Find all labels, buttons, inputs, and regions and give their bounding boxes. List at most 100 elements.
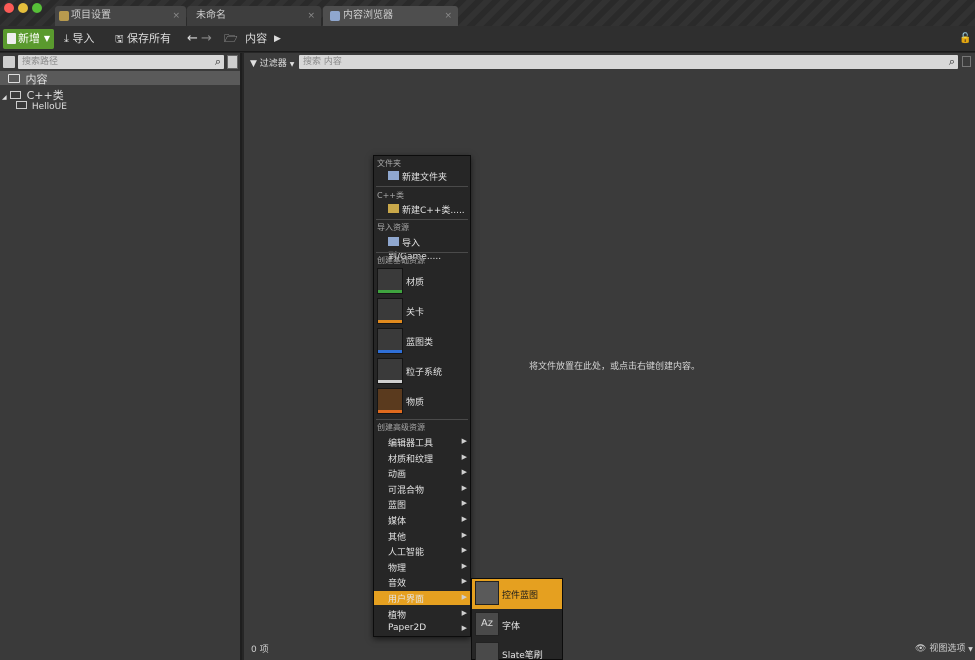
forward-button[interactable]: → <box>201 29 212 49</box>
menu-item-advanced[interactable]: 人工智能 ▶ <box>374 544 470 558</box>
widget-blueprint-icon <box>475 581 499 605</box>
menu-section-advanced: 创建高级资源 <box>377 423 425 432</box>
menu-item-advanced[interactable]: 音效 ▶ <box>374 575 470 589</box>
menu-separator <box>376 419 468 420</box>
add-new-menu: 文件夹 新建文件夹 C++类 新建C++类..... 导入资源 导入到/Game… <box>373 155 471 637</box>
chevron-right-icon: ▶ <box>461 453 467 461</box>
menu-item-advanced[interactable]: 编辑器工具 ▶ <box>374 435 470 449</box>
import-label: 导入 <box>72 32 95 45</box>
search-icon: ⌕ <box>948 55 955 68</box>
path-expand-arrow[interactable]: ▶ <box>274 29 281 49</box>
minimize-window-button[interactable] <box>18 3 28 13</box>
menu-item-label: 人工智能 <box>388 548 425 558</box>
menu-item-advanced[interactable]: 植物 ▶ <box>374 607 470 621</box>
chevron-right-icon: ▶ <box>461 484 467 492</box>
menu-item-label: 动画 <box>388 470 407 480</box>
add-new-button[interactable]: 新增 ▼ <box>3 29 54 49</box>
menu-item-advanced[interactable]: 用户界面 ▶ <box>374 591 470 605</box>
import-icon: ⤓ <box>64 32 69 45</box>
save-all-button[interactable]: 🖫 保存所有 <box>115 29 171 49</box>
tree-item-helloue[interactable]: HelloUE <box>16 101 67 112</box>
menu-item-advanced[interactable]: 其他 ▶ <box>374 529 470 543</box>
menu-item-label: 编辑器工具 <box>388 439 434 449</box>
sources-panel: 搜索路径 ⌕ 内容 ◢ C++类 HelloUE <box>0 53 242 660</box>
menu-item-advanced[interactable]: 蓝图 ▶ <box>374 497 470 511</box>
menu-separator <box>376 252 468 253</box>
new-file-icon <box>7 33 16 44</box>
cpp-folder-icon <box>10 91 22 99</box>
collapse-sources-button[interactable] <box>3 56 15 68</box>
path-search-input[interactable]: 搜索路径 ⌕ <box>18 55 224 69</box>
save-search-icon[interactable] <box>962 56 971 67</box>
menu-item-advanced[interactable]: 媒体 ▶ <box>374 513 470 527</box>
filters-button[interactable]: ▼ 过滤器 ▼ <box>250 56 294 69</box>
view-options-label: 视图选项 <box>929 644 966 654</box>
menu-item-material[interactable]: 材质 <box>374 267 470 295</box>
tab-project-settings[interactable]: 项目设置 × <box>55 6 186 26</box>
menu-item-advanced[interactable]: 动画 ▶ <box>374 466 470 480</box>
material-icon <box>377 268 403 294</box>
submenu-item-label: Slate笔刷 <box>502 651 543 660</box>
menu-item-label: 关卡 <box>406 308 425 318</box>
menu-section-cpp: C++类 <box>377 191 404 200</box>
submenu-item-widget-blueprint[interactable]: 控件蓝图 <box>472 579 562 609</box>
maximize-window-button[interactable] <box>32 3 42 13</box>
tab-content-browser[interactable]: 内容浏览器 × <box>323 6 458 26</box>
menu-item-new-cpp-class[interactable]: 新建C++类..... <box>388 203 465 216</box>
folder-icon <box>8 74 20 83</box>
chevron-down-icon: ▼ <box>43 34 50 43</box>
folder-open-icon: 🗁 <box>224 32 238 45</box>
lock-icon[interactable]: 🔓 <box>959 29 971 49</box>
submenu-item-font[interactable]: Az 字体 <box>472 610 562 638</box>
list-view-icon[interactable] <box>227 55 238 69</box>
menu-item-label: 材质和纹理 <box>388 455 434 465</box>
path-label: 内容 <box>245 32 268 45</box>
import-icon <box>388 237 399 246</box>
close-icon[interactable]: × <box>307 6 315 26</box>
tab-untitled[interactable]: 未命名 × <box>187 6 321 26</box>
level-icon <box>377 298 403 324</box>
close-icon[interactable]: × <box>444 6 452 26</box>
menu-section-import: 导入资源 <box>377 223 409 232</box>
tree-item-content[interactable]: 内容 <box>8 71 48 87</box>
import-button[interactable]: ⤓ 导入 <box>64 29 94 49</box>
chevron-right-icon: ▶ <box>461 437 467 445</box>
back-button[interactable]: ← <box>187 29 198 49</box>
path-search-placeholder: 搜索路径 <box>22 57 59 67</box>
close-window-button[interactable] <box>4 3 14 13</box>
empty-hint: 将文件放置在此处，或点击右键创建内容。 <box>529 362 701 372</box>
content-search-input[interactable]: 搜索 内容 ⌕ <box>299 55 958 69</box>
menu-item-advanced[interactable]: 可混合物 ▶ <box>374 482 470 496</box>
cpp-module-icon <box>16 101 27 109</box>
chevron-right-icon: ▶ <box>461 593 467 601</box>
chevron-right-icon: ▶ <box>461 531 467 539</box>
menu-item-level[interactable]: 关卡 <box>374 297 470 325</box>
menu-item-blueprint-class[interactable]: 蓝图类 <box>374 327 470 355</box>
font-icon: Az <box>475 612 499 636</box>
menu-item-advanced[interactable]: 物理 ▶ <box>374 560 470 574</box>
menu-section-folder: 文件夹 <box>377 159 401 168</box>
menu-item-advanced[interactable]: 材质和纹理 ▶ <box>374 451 470 465</box>
expand-arrow-icon: ◢ <box>2 94 7 101</box>
submenu-item-slate-brush[interactable]: Slate笔刷 <box>472 640 562 660</box>
content-browser-icon <box>330 11 340 21</box>
menu-item-substance[interactable]: 物质 <box>374 387 470 415</box>
item-count: 0 项 <box>251 645 269 655</box>
chevron-down-icon: ▼ <box>289 61 295 68</box>
asset-view[interactable]: ▼ 过滤器 ▼ 搜索 内容 ⌕ 0 项 👁 视图选项 ▼ <box>244 53 975 660</box>
path-breadcrumb[interactable]: 🗁 内容 <box>224 29 267 49</box>
chevron-right-icon: ▶ <box>461 499 467 507</box>
chevron-right-icon: ▶ <box>461 562 467 570</box>
search-icon: ⌕ <box>214 55 221 68</box>
chevron-right-icon: ▶ <box>461 515 467 523</box>
menu-item-new-folder[interactable]: 新建文件夹 <box>388 170 447 183</box>
view-options-button[interactable]: 👁 视图选项 ▼ <box>915 641 973 654</box>
menu-item-particle-system[interactable]: 粒子系统 <box>374 357 470 385</box>
menu-item-advanced[interactable]: Paper2D ▶ <box>374 622 470 636</box>
content-search-placeholder: 搜索 内容 <box>303 57 342 67</box>
menu-item-label: 植物 <box>388 611 407 621</box>
close-icon[interactable]: × <box>172 6 180 26</box>
menu-item-label: 新建C++类..... <box>402 206 465 216</box>
menu-separator <box>376 186 468 187</box>
menu-item-label: 媒体 <box>388 517 407 527</box>
